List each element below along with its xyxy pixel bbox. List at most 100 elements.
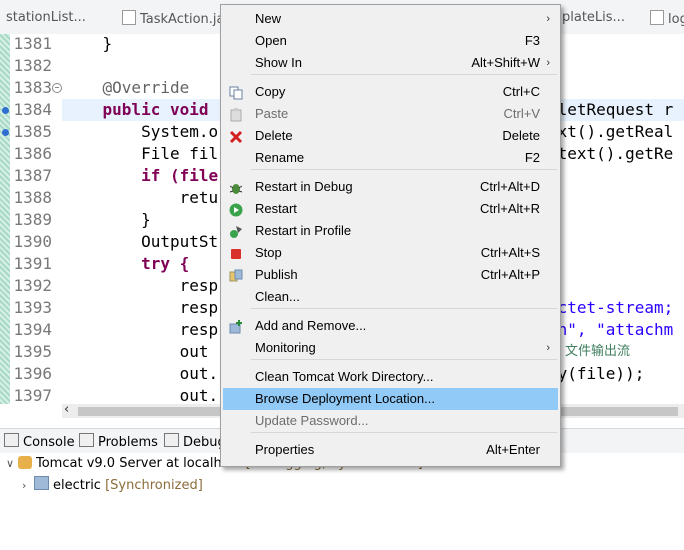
code-text-right: ext().getReal: [548, 122, 674, 141]
menu-item-label: Open: [255, 33, 287, 48]
menu-item-show-in[interactable]: Show In Alt+Shift+W ›: [223, 52, 558, 74]
menu-item-shortcut: Ctrl+V: [503, 106, 540, 121]
line-number: 1392: [13, 276, 52, 295]
menu-item-label: Restart: [255, 201, 297, 216]
tab-debug[interactable]: Debug: [164, 433, 226, 450]
line-number: 1393: [13, 298, 52, 317]
menu-separator: [251, 169, 557, 170]
menu-item-properties[interactable]: Properties Alt+Enter: [223, 439, 558, 461]
menu-item-stop[interactable]: Stop Ctrl+Alt+S: [223, 242, 558, 264]
code-text: resp: [64, 298, 219, 317]
project-state: [Synchronized]: [105, 478, 203, 493]
menu-separator: [251, 308, 557, 309]
scroll-left-icon[interactable]: ‹: [64, 402, 69, 417]
menu-item-browse-deployment-location[interactable]: Browse Deployment Location...: [223, 388, 558, 410]
problems-icon: [79, 433, 94, 447]
code-text-right: vletRequest r: [548, 100, 674, 119]
server-name: Tomcat v9.0 Server at localhost: [36, 456, 242, 471]
menu-item-shortcut: Ctrl+Alt+P: [480, 267, 540, 282]
editor-tab[interactable]: TaskAction.jav: [122, 10, 232, 27]
menu-item-shortcut: Ctrl+Alt+D: [480, 179, 540, 194]
code-text: System.o: [64, 122, 219, 141]
menu-item-shortcut: Ctrl+Alt+S: [480, 245, 540, 260]
collapse-chevron-icon[interactable]: ›: [22, 479, 34, 492]
menu-item-rename[interactable]: Rename F2: [223, 147, 558, 169]
editor-tab[interactable]: log: [650, 10, 684, 27]
menu-item-label: Stop: [255, 245, 282, 260]
menu-separator: [251, 432, 557, 433]
line-number: 1381: [13, 34, 52, 53]
code-text: out.: [64, 386, 219, 404]
code-text-right: ntext().getRe: [548, 144, 674, 163]
menu-item-clean[interactable]: Clean...: [223, 286, 558, 308]
project-icon: [34, 476, 49, 490]
publish-icon: [229, 268, 243, 282]
menu-item-label: Monitoring: [255, 340, 316, 355]
submenu-arrow-icon: ›: [546, 13, 550, 25]
code-text: resp: [64, 276, 219, 295]
code-text: out: [64, 342, 209, 361]
code-text: try {: [64, 254, 190, 273]
line-number: 1396: [13, 364, 52, 383]
paste-icon: [229, 107, 243, 122]
menu-item-publish[interactable]: Publish Ctrl+Alt+P: [223, 264, 558, 286]
menu-item-restart-in-profile[interactable]: Restart in Profile: [223, 220, 558, 242]
menu-separator: [251, 359, 557, 360]
menu-item-label: Properties: [255, 442, 315, 457]
code-text-right: on", "attachm: [548, 320, 674, 339]
editor-tab[interactable]: stationList...: [6, 10, 86, 25]
menu-item-label: Clean Tomcat Work Directory...: [255, 369, 434, 384]
code-text: File fil: [64, 144, 219, 163]
menu-item-add-and-remove[interactable]: Add and Remove...: [223, 315, 558, 337]
line-number: 1387: [13, 166, 52, 185]
menu-item-label: Publish: [255, 267, 298, 282]
override-marker-icon: [2, 107, 9, 114]
context-menu: New › Open F3 Show In Alt+Shift+W › Copy Ctrl+C P…: [220, 4, 561, 467]
run-icon: [229, 202, 243, 217]
override-marker-icon: [2, 129, 9, 136]
code-text: OutputSt: [64, 232, 219, 251]
menu-item-restart-in-debug[interactable]: Restart in Debug Ctrl+Alt+D: [223, 176, 558, 198]
code-text: public void: [64, 100, 209, 119]
tab-console[interactable]: Console: [4, 433, 75, 450]
menu-item-copy[interactable]: Copy Ctrl+C: [223, 81, 558, 103]
editor-tab[interactable]: plateLis...: [562, 10, 625, 25]
code-text: retu: [64, 188, 219, 207]
menu-item-label: Show In: [255, 55, 302, 70]
delete-icon: [229, 129, 243, 144]
menu-separator: [251, 74, 557, 75]
line-number: 1382: [13, 56, 52, 75]
line-number: 1395: [13, 342, 52, 361]
copy-icon: [229, 85, 243, 100]
line-number: 1383: [13, 78, 52, 97]
menu-item-monitoring[interactable]: Monitoring ›: [223, 337, 558, 359]
menu-item-label: Clean...: [255, 289, 300, 304]
line-number: 1391: [13, 254, 52, 273]
line-number: 1389: [13, 210, 52, 229]
code-text: out.: [64, 364, 219, 383]
java-file-icon: [122, 10, 136, 25]
menu-item-open[interactable]: Open F3: [223, 30, 558, 52]
profile-icon: [229, 224, 243, 238]
submenu-arrow-icon: ›: [546, 342, 550, 354]
tab-problems[interactable]: Problems: [79, 433, 158, 450]
menu-item-shortcut: Ctrl+Alt+R: [480, 201, 540, 216]
servers-view: ∨Tomcat v9.0 Server at localhost [Debugg…: [0, 453, 684, 550]
menu-item-update-password: Update Password...: [223, 410, 558, 432]
menu-item-label: Browse Deployment Location...: [255, 391, 435, 406]
code-text-right: octet-stream;: [548, 298, 674, 317]
expand-chevron-icon[interactable]: ∨: [6, 457, 18, 470]
fold-toggle-icon[interactable]: −: [52, 83, 62, 93]
menu-item-delete[interactable]: Delete Delete: [223, 125, 558, 147]
line-number: 1388: [13, 188, 52, 207]
tomcat-icon: [18, 456, 32, 469]
menu-item-label: Delete: [255, 128, 293, 143]
menu-item-restart[interactable]: Restart Ctrl+Alt+R: [223, 198, 558, 220]
menu-item-shortcut: Alt+Enter: [486, 442, 540, 457]
menu-item-clean-tomcat-work-directory[interactable]: Clean Tomcat Work Directory...: [223, 366, 558, 388]
menu-item-shortcut: Alt+Shift+W: [471, 55, 540, 70]
project-row[interactable]: › electric [Synchronized]: [22, 476, 203, 493]
menu-item-label: Add and Remove...: [255, 318, 367, 333]
menu-item-shortcut: F2: [524, 150, 540, 165]
menu-item-new[interactable]: New ›: [223, 8, 558, 30]
